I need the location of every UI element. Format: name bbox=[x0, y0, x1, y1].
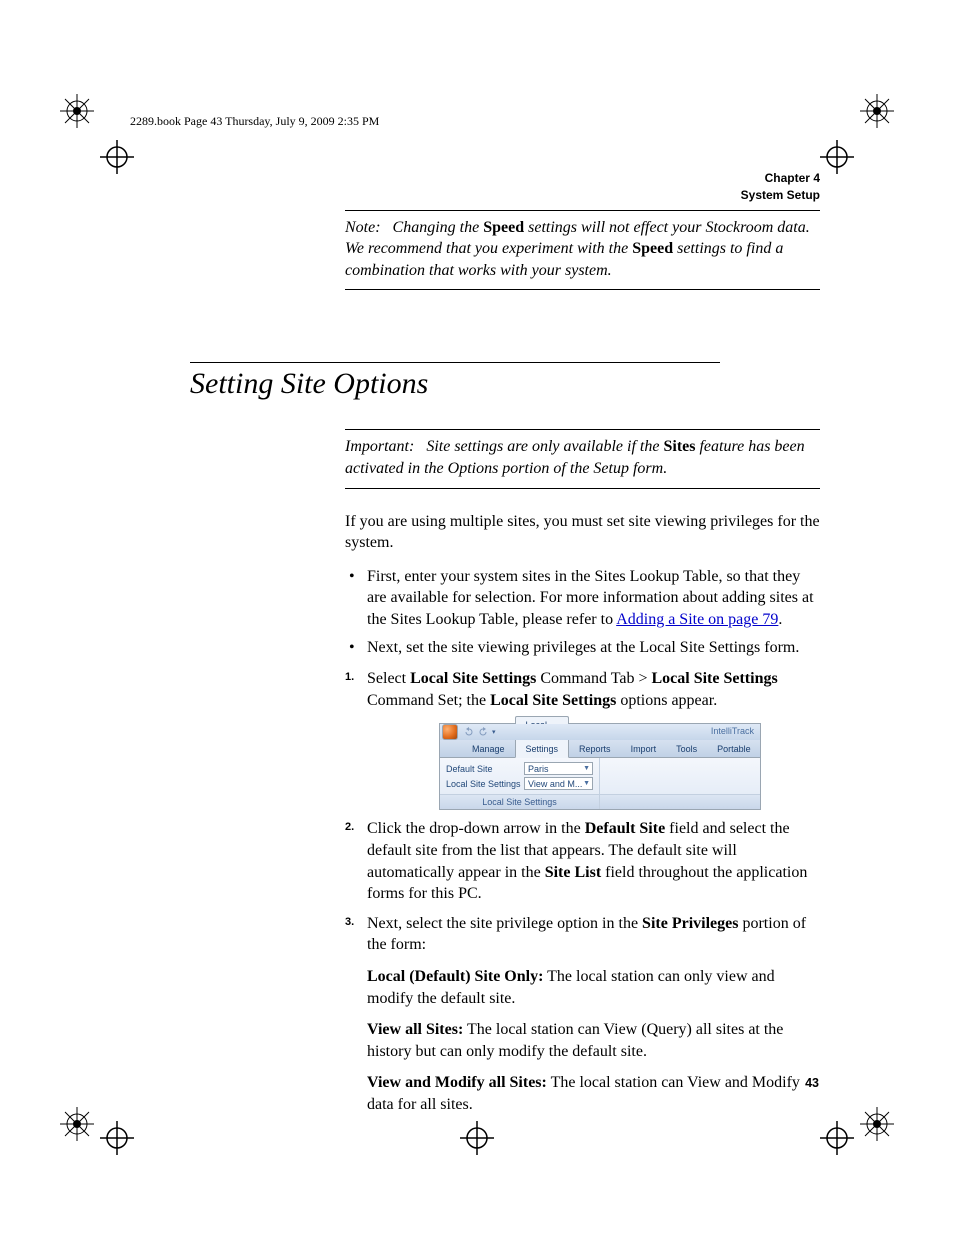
tab-manage[interactable]: Manage bbox=[462, 741, 515, 757]
local-site-settings-combo[interactable]: View and M... ▼ bbox=[524, 777, 593, 790]
registration-mark-icon bbox=[860, 1107, 894, 1141]
bold: Speed bbox=[483, 219, 524, 236]
bold: Site List bbox=[545, 864, 601, 881]
default-site-combo[interactable]: Paris ▼ bbox=[524, 762, 593, 775]
local-site-settings-value: View and M... bbox=[528, 778, 582, 790]
titlebar: ▾ IntelliTrack bbox=[440, 724, 760, 740]
section-rule bbox=[190, 362, 720, 363]
list-item: Next, set the site viewing privileges at… bbox=[345, 637, 820, 659]
crop-mark-icon bbox=[100, 140, 134, 174]
chapter-label: Chapter 4 bbox=[190, 170, 820, 187]
chapter-title: System Setup bbox=[190, 187, 820, 204]
list-text: . bbox=[778, 611, 782, 628]
pdf-header-slug: 2289.book Page 43 Thursday, July 9, 2009… bbox=[130, 114, 379, 129]
step-text: Command Tab > bbox=[536, 670, 651, 687]
step-number: 3. bbox=[345, 915, 354, 930]
tab-portable[interactable]: Portable bbox=[707, 741, 761, 757]
bold: Speed bbox=[632, 240, 673, 257]
step-text: Next, select the site privilege option i… bbox=[367, 915, 642, 932]
bold: Site Privileges bbox=[642, 915, 738, 932]
ribbon-group-strip: Default Site Paris ▼ Local Site Settings… bbox=[440, 758, 760, 794]
ribbon-pad bbox=[600, 758, 760, 794]
office-orb-icon[interactable] bbox=[442, 724, 458, 740]
important-label: Important: bbox=[345, 438, 414, 455]
bold: Local Site Settings bbox=[651, 670, 777, 687]
chevron-down-icon: ▼ bbox=[583, 764, 590, 773]
option-label: Local (Default) Site Only: bbox=[367, 968, 543, 985]
qat-dropdown-icon[interactable]: ▾ bbox=[492, 728, 496, 737]
body-paragraph: If you are using multiple sites, you mus… bbox=[345, 511, 820, 554]
option-label: View all Sites: bbox=[367, 1021, 463, 1038]
section-heading: Setting Site Options bbox=[190, 367, 820, 401]
step-number: 1. bbox=[345, 670, 354, 685]
step-item: 2. Click the drop-down arrow in the Defa… bbox=[345, 818, 820, 904]
quick-access-toolbar: ▾ bbox=[464, 727, 496, 737]
page-number: 43 bbox=[805, 1076, 819, 1090]
redo-icon[interactable] bbox=[478, 727, 488, 737]
bullet-list: First, enter your system sites in the Si… bbox=[345, 566, 820, 658]
important-callout: Important: Site settings are only availa… bbox=[345, 429, 820, 488]
option-label: View and Modify all Sites: bbox=[367, 1074, 547, 1091]
tab-import[interactable]: Import bbox=[621, 741, 667, 757]
crop-mark-icon bbox=[100, 1121, 134, 1155]
crop-mark-icon bbox=[820, 1121, 854, 1155]
tab-tools[interactable]: Tools bbox=[666, 741, 707, 757]
registration-mark-icon bbox=[860, 94, 894, 128]
running-header: Chapter 4 System Setup bbox=[190, 170, 820, 204]
ribbon-screenshot-figure: ▾ IntelliTrack Manage Local Site Setting… bbox=[439, 723, 761, 810]
bold: Local Site Settings bbox=[410, 670, 536, 687]
privilege-option: View all Sites: The local station can Vi… bbox=[367, 1019, 820, 1062]
ribbon-tabs: Manage Local Site Settings Reports Impor… bbox=[440, 740, 760, 758]
chevron-down-icon: ▼ bbox=[583, 779, 590, 788]
bold: Sites bbox=[663, 438, 695, 455]
step-text: Command Set; the bbox=[367, 692, 490, 709]
privilege-option: Local (Default) Site Only: The local sta… bbox=[367, 966, 820, 1009]
important-text: Site settings are only available if the bbox=[426, 438, 663, 455]
crop-mark-icon bbox=[460, 1121, 494, 1155]
ribbon-pad bbox=[600, 794, 760, 809]
local-site-settings-label: Local Site Settings bbox=[446, 778, 524, 790]
step-text: Click the drop-down arrow in the bbox=[367, 820, 585, 837]
default-site-value: Paris bbox=[528, 763, 549, 775]
step-text: options appear. bbox=[616, 692, 717, 709]
step-item: 1. Select Local Site Settings Command Ta… bbox=[345, 668, 820, 810]
step-list: 1. Select Local Site Settings Command Ta… bbox=[345, 668, 820, 1115]
bold: Default Site bbox=[585, 820, 665, 837]
ribbon-group-name: Local Site Settings bbox=[440, 794, 600, 809]
note-label: Note: bbox=[345, 219, 381, 236]
step-item: 3. Next, select the site privilege optio… bbox=[345, 913, 820, 1116]
registration-mark-icon bbox=[60, 1107, 94, 1141]
privilege-option: View and Modify all Sites: The local sta… bbox=[367, 1072, 820, 1115]
cross-reference-link[interactable]: Adding a Site on page 79 bbox=[616, 611, 778, 628]
step-number: 2. bbox=[345, 820, 354, 835]
bold: Local Site Settings bbox=[490, 692, 616, 709]
note-text: Changing the bbox=[393, 219, 484, 236]
default-site-label: Default Site bbox=[446, 763, 524, 775]
ribbon-group: Default Site Paris ▼ Local Site Settings… bbox=[440, 758, 600, 794]
registration-mark-icon bbox=[60, 94, 94, 128]
list-item: First, enter your system sites in the Si… bbox=[345, 566, 820, 631]
note-callout: Note: Changing the Speed settings will n… bbox=[345, 210, 820, 291]
app-title: IntelliTrack bbox=[711, 725, 754, 737]
step-text: Select bbox=[367, 670, 410, 687]
crop-mark-icon bbox=[820, 140, 854, 174]
tab-reports[interactable]: Reports bbox=[569, 741, 621, 757]
undo-icon[interactable] bbox=[464, 727, 474, 737]
